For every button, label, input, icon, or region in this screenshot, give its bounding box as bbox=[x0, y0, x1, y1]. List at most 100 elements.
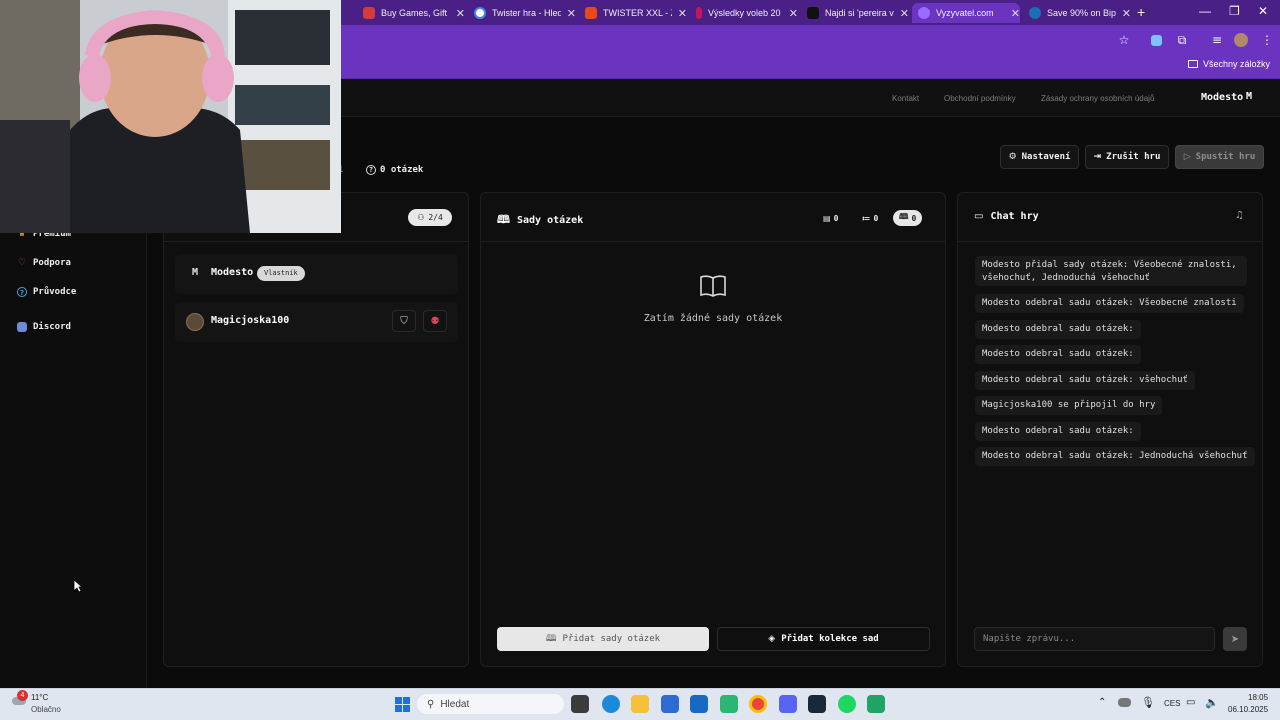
clock-time[interactable]: 18:05 bbox=[1248, 693, 1268, 702]
network-icon[interactable]: ▭ bbox=[1186, 697, 1195, 708]
more-menu-icon[interactable]: ⋮ bbox=[1260, 33, 1274, 47]
user-remove-icon: ⚉ bbox=[430, 315, 440, 327]
chat-message: Modesto odebral sadu otázek: Jednoduchá … bbox=[975, 447, 1255, 466]
discord-icon[interactable] bbox=[779, 695, 797, 713]
start-game-button[interactable]: ▷ Spustit hru bbox=[1175, 145, 1264, 169]
star-icon[interactable]: ☆ bbox=[1117, 33, 1131, 47]
browser-tab[interactable]: Najdi si 'pereira v ✕ bbox=[801, 3, 909, 23]
puzzle-icon[interactable]: ⧉ bbox=[1175, 33, 1189, 47]
question-count-label: 0 otázek bbox=[380, 165, 424, 175]
microphone-icon[interactable]: 🎙 bbox=[1141, 696, 1155, 709]
chat-message: Modesto odebral sadu otázek: bbox=[975, 422, 1141, 441]
chat-title: Chat hry bbox=[990, 211, 1039, 222]
sidebar-item-label: Podpora bbox=[33, 258, 71, 268]
browser-tab-active[interactable]: Vyzyvatel.com ✕ bbox=[912, 3, 1020, 23]
browser-tab[interactable]: Buy Games, Gift C ✕ bbox=[357, 3, 465, 23]
sidebar-item-discord[interactable]: Discord bbox=[17, 322, 71, 332]
chat-message: Modesto odebral sadu otázek: všehochuť bbox=[975, 371, 1195, 390]
close-icon[interactable]: ✕ bbox=[567, 7, 576, 20]
gear-icon: ⚙ bbox=[1008, 152, 1017, 162]
header-link-terms[interactable]: Obchodní podmínky bbox=[944, 94, 1016, 103]
taskbar-search[interactable]: ⚲ Hledat bbox=[417, 694, 564, 714]
send-button[interactable]: ➤ bbox=[1223, 627, 1247, 651]
kick-player-button[interactable]: ⚉ bbox=[423, 310, 447, 332]
profile-avatar[interactable] bbox=[1234, 33, 1248, 47]
task-view-icon[interactable] bbox=[571, 695, 589, 713]
empty-state-text: Zatím žádné sady otázek bbox=[643, 313, 783, 324]
close-icon[interactable]: ✕ bbox=[1122, 7, 1131, 20]
book-icon: 🕮 bbox=[497, 213, 510, 226]
stat-value: 0 bbox=[833, 213, 839, 223]
player-avatar bbox=[186, 313, 204, 331]
weather-temp[interactable]: 11°C bbox=[31, 693, 48, 702]
file-explorer-icon[interactable] bbox=[631, 695, 649, 713]
browser-tab[interactable]: Save 90% on Bip ✕ bbox=[1023, 3, 1131, 23]
outlook-icon[interactable] bbox=[690, 695, 708, 713]
new-tab-button[interactable]: + bbox=[1137, 4, 1145, 20]
search-icon: ⚲ bbox=[427, 698, 435, 710]
restore-icon[interactable]: ❐ bbox=[1229, 4, 1240, 18]
close-icon[interactable]: ✕ bbox=[678, 7, 687, 20]
browser-tab[interactable]: Twister hra - Hled ✕ bbox=[468, 3, 576, 23]
windows-start-icon[interactable] bbox=[395, 697, 410, 712]
clock-date[interactable]: 06.10.2025 bbox=[1228, 705, 1268, 714]
header-link-privacy[interactable]: Zásady ochrany osobních údajů bbox=[1041, 94, 1154, 103]
settings-button[interactable]: ⚙ Nastavení bbox=[1000, 145, 1079, 169]
bell-icon[interactable]: ♫ bbox=[1235, 210, 1244, 221]
stat-chip-questions: ▤ 0 bbox=[817, 210, 844, 226]
sets-panel-title: 🕮 Sady otázek bbox=[497, 211, 583, 230]
chrome-icon[interactable] bbox=[749, 695, 767, 713]
language-indicator[interactable]: CES bbox=[1164, 699, 1180, 708]
weather-widget-icon[interactable]: 4 bbox=[10, 690, 28, 709]
store-icon[interactable] bbox=[661, 695, 679, 713]
play-icon: ▷ bbox=[1183, 152, 1191, 162]
excel-icon[interactable] bbox=[867, 695, 885, 713]
edge-icon[interactable] bbox=[602, 695, 620, 713]
steam-icon[interactable] bbox=[808, 695, 826, 713]
search-placeholder: Hledat bbox=[440, 698, 470, 710]
question-count: ? 0 otázek bbox=[366, 165, 423, 175]
avatar[interactable]: M bbox=[1246, 91, 1252, 102]
tab-favicon-icon bbox=[696, 7, 702, 19]
webcam-overlay bbox=[0, 0, 341, 233]
add-collection-button[interactable]: ◈ Přidat kolekce sad bbox=[717, 627, 930, 651]
player-name: Magicjoska100 bbox=[211, 315, 290, 326]
cancel-game-button[interactable]: ⇥ Zrušit hru bbox=[1085, 145, 1169, 169]
make-admin-button[interactable]: ⛉ bbox=[392, 310, 416, 332]
sidebar-item-guide[interactable]: ? Průvodce bbox=[17, 287, 76, 297]
cancel-game-label: Zrušit hru bbox=[1106, 152, 1161, 162]
media-icon[interactable]: ≡ bbox=[1210, 33, 1224, 47]
extension-icon[interactable] bbox=[1151, 35, 1162, 46]
sets-title: Sady otázek bbox=[516, 215, 584, 226]
add-collection-label: Přidat kolekce sad bbox=[781, 634, 879, 644]
weather-desc[interactable]: Oblačno bbox=[31, 705, 61, 714]
cloud-icon[interactable] bbox=[1118, 698, 1131, 707]
tab-favicon-icon bbox=[363, 7, 375, 19]
speaker-icon[interactable]: 🔈 bbox=[1205, 696, 1219, 709]
browser-tab[interactable]: Výsledky voleb 20 ✕ bbox=[690, 3, 798, 23]
sidebar-item-label: Discord bbox=[33, 322, 71, 332]
sidebar-item-label: Průvodce bbox=[33, 287, 77, 297]
close-icon[interactable]: ✕ bbox=[789, 7, 798, 20]
add-question-sets-button[interactable]: 🕮 Přidat sady otázek bbox=[497, 627, 709, 651]
minimize-icon[interactable]: — bbox=[1199, 4, 1211, 18]
whatsapp-icon[interactable] bbox=[720, 695, 738, 713]
chat-input[interactable] bbox=[974, 627, 1215, 651]
close-icon[interactable]: ✕ bbox=[900, 7, 909, 20]
chevron-up-icon[interactable]: ⌃ bbox=[1098, 697, 1106, 708]
players-count: 2/4 bbox=[428, 213, 443, 222]
tab-label: TWISTER XXL - Za bbox=[603, 8, 672, 18]
help-circle-icon: ? bbox=[366, 165, 376, 175]
close-icon[interactable]: ✕ bbox=[1011, 7, 1020, 20]
header-link-contact[interactable]: Kontakt bbox=[892, 94, 919, 103]
browser-tab[interactable]: TWISTER XXL - Za ✕ bbox=[579, 3, 687, 23]
open-book-icon bbox=[700, 275, 726, 297]
close-icon[interactable]: ✕ bbox=[456, 7, 465, 20]
list-icon: ≔ bbox=[862, 213, 871, 223]
spotify-icon[interactable] bbox=[838, 695, 856, 713]
sidebar-item-support[interactable]: ♡ Podpora bbox=[17, 258, 71, 268]
all-bookmarks-button[interactable]: Všechny záložky bbox=[1187, 59, 1270, 69]
weather-badge: 4 bbox=[17, 690, 28, 701]
window-close-icon[interactable]: ✕ bbox=[1258, 4, 1268, 18]
user-name[interactable]: Modesto bbox=[1201, 92, 1243, 103]
